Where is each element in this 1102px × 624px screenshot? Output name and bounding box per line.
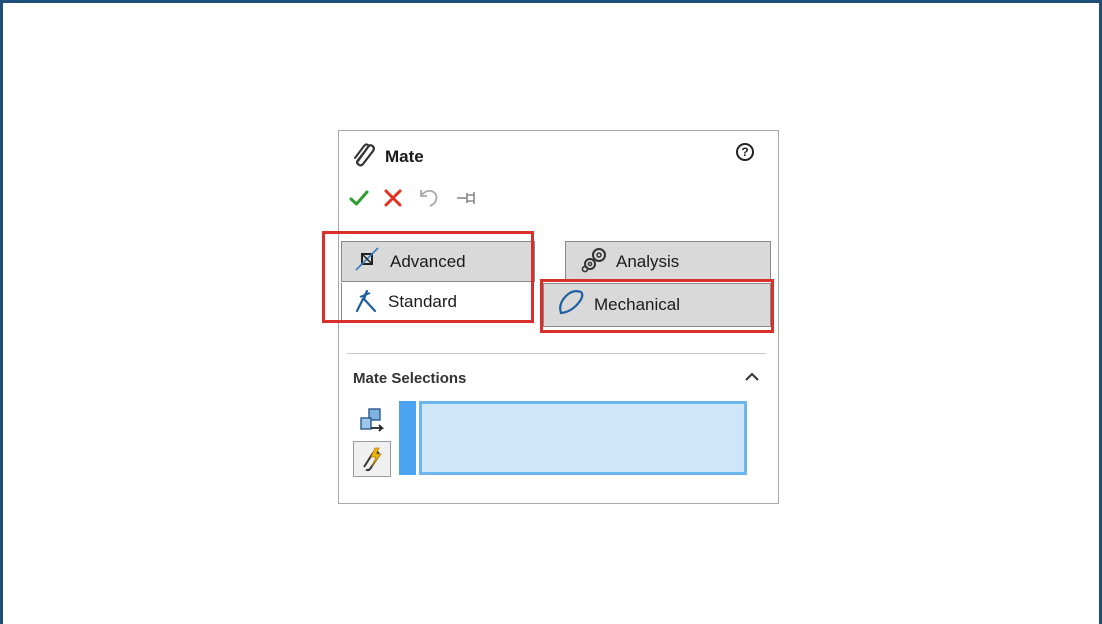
ok-button[interactable]: [349, 188, 369, 208]
undo-button[interactable]: [417, 187, 441, 209]
multi-mate-button[interactable]: [353, 403, 391, 439]
action-bar: [349, 187, 493, 209]
pin-button[interactable]: [455, 188, 479, 208]
selection-tools: [353, 403, 391, 477]
panel-title: Mate: [385, 146, 424, 166]
section-divider: [347, 353, 766, 354]
mate-selections-header: Mate Selections: [353, 370, 467, 387]
panel-header: Mate: [351, 141, 424, 172]
mate-lightning-icon: [363, 447, 382, 472]
cancel-button[interactable]: [383, 188, 403, 208]
cam-icon: [556, 288, 586, 323]
smart-mate-button[interactable]: [353, 441, 391, 477]
tab-advanced[interactable]: Advanced: [341, 241, 535, 282]
undo-icon: [420, 189, 438, 207]
tab-analysis-label: Analysis: [616, 251, 680, 271]
gears-icon: [580, 245, 610, 278]
mate-property-manager: Mate ? Advanced Analysis Standard Mechan…: [338, 130, 779, 504]
tab-mechanical-label: Mechanical: [594, 295, 680, 314]
collapse-button[interactable]: [742, 367, 762, 387]
checkmark-icon: [349, 190, 369, 206]
tab-standard-label: Standard: [388, 292, 457, 311]
tab-mechanical[interactable]: Mechanical: [543, 283, 771, 327]
pushpin-icon: [457, 192, 475, 204]
chevron-up-icon: [745, 372, 759, 381]
selection-box-accent: [399, 401, 416, 475]
standard-mate-icon: [354, 287, 378, 318]
tab-analysis[interactable]: Analysis: [565, 241, 771, 282]
tab-advanced-label: Advanced: [390, 251, 466, 271]
help-icon[interactable]: ?: [736, 143, 754, 161]
mate-selection-list[interactable]: [419, 401, 747, 475]
paperclip-icon: [351, 141, 377, 172]
advanced-mate-icon: [354, 246, 380, 277]
tab-standard[interactable]: Standard: [341, 283, 535, 321]
components-swap-icon: [360, 408, 385, 432]
close-icon: [384, 189, 402, 207]
